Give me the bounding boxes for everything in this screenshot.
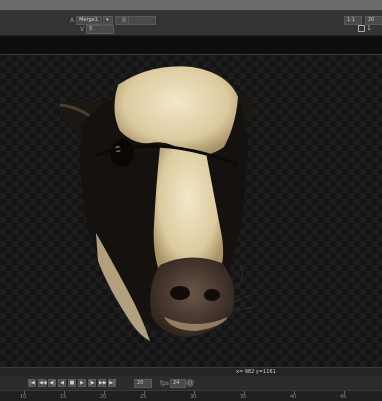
- timeline-tick: 15: [60, 394, 67, 400]
- transport-controls: |◀ ◀◀ ◀| ◀ ■ ▶ |▶ ▶▶ ▶| 20 fps 24 ○: [0, 376, 382, 390]
- timeline-tick: 10: [20, 394, 27, 400]
- zoom-group: 1:1 20: [344, 16, 382, 25]
- play-icon[interactable]: ▶: [78, 379, 86, 387]
- timeline-tick: 40: [290, 394, 297, 400]
- image-viewer[interactable]: [0, 55, 382, 367]
- timeline-tick: 45: [340, 394, 347, 400]
- fps-field[interactable]: 24: [170, 379, 186, 388]
- input-a-label: A: [70, 17, 75, 24]
- v-field[interactable]: 5: [86, 25, 115, 34]
- cow-image: [59, 66, 255, 341]
- viewer-toolbar: A Merge1 ▾ B V 5 1:1 20 1: [0, 11, 382, 36]
- v-label: V: [80, 26, 85, 33]
- lock-icon[interactable]: [358, 25, 365, 32]
- window-title-strip: [0, 0, 382, 11]
- timeline-ruler[interactable]: 10 15 20 25 30 35 40 45: [0, 390, 382, 401]
- timeline-tick: 25: [140, 394, 147, 400]
- timeline-tick: 35: [240, 394, 247, 400]
- coordinate-readout: x= 982 y=1161: [236, 369, 276, 375]
- go-to-end-button[interactable]: ▶|: [108, 379, 116, 387]
- input-b-label: B: [122, 17, 127, 24]
- timeline-tick: 30: [190, 394, 197, 400]
- v-group: V 5: [80, 25, 115, 34]
- input-a-select[interactable]: Merge1: [76, 16, 103, 25]
- stop-icon[interactable]: ■: [68, 379, 76, 387]
- timeline-tick: 20: [100, 394, 107, 400]
- current-frame-field[interactable]: 20: [134, 379, 152, 388]
- page-group: 1: [358, 25, 371, 32]
- fast-forward-button[interactable]: ▶▶: [98, 379, 107, 387]
- input-b-group: B: [122, 16, 157, 25]
- loop-icon[interactable]: ○: [186, 379, 194, 387]
- coordinate-bar: x= 982 y=1161: [0, 367, 382, 376]
- fps-label: fps: [160, 380, 170, 387]
- viewer-header-band: [0, 36, 382, 55]
- step-forward-icon[interactable]: |▶: [88, 379, 96, 387]
- input-b-select[interactable]: [128, 16, 157, 25]
- zoom-select[interactable]: 1:1: [344, 16, 362, 25]
- rewind-button[interactable]: ◀◀: [38, 379, 47, 387]
- go-to-start-button[interactable]: |◀: [28, 379, 36, 387]
- dropdown-icon[interactable]: ▾: [103, 16, 114, 25]
- step-back-icon[interactable]: ◀|: [48, 379, 56, 387]
- frame-field[interactable]: 20: [365, 16, 382, 25]
- page-value: 1: [367, 25, 371, 32]
- play-backward-button[interactable]: ◀: [58, 379, 66, 387]
